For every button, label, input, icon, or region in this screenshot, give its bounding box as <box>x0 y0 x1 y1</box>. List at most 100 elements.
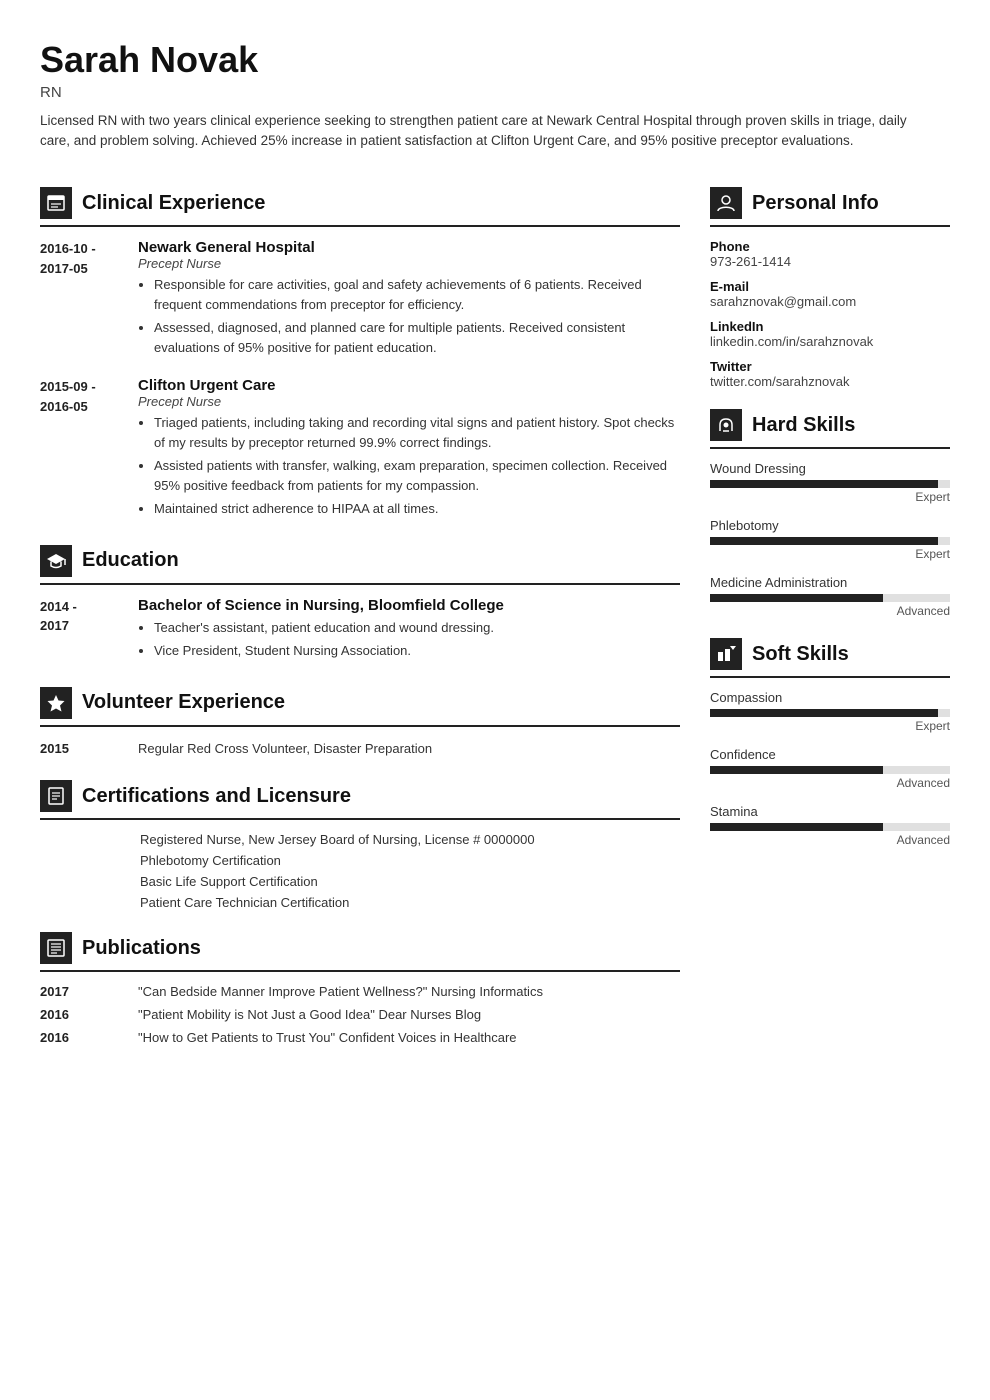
clinical-entry-1-company: Newark General Hospital <box>138 239 680 256</box>
education-entry-1: 2014 -2017 Bachelor of Science in Nursin… <box>40 597 680 665</box>
certifications-icon <box>40 780 72 812</box>
clinical-entry-2-company: Clifton Urgent Care <box>138 377 680 394</box>
header-section: Sarah Novak RN Licensed RN with two year… <box>40 40 950 151</box>
hard-skill-1-fill <box>710 480 938 488</box>
pub-text-2: "Patient Mobility is Not Just a Good Ide… <box>138 1007 680 1022</box>
pub-year-2: 2016 <box>40 1007 120 1022</box>
education-entry-1-bullets: Teacher's assistant, patient education a… <box>138 618 680 661</box>
candidate-summary: Licensed RN with two years clinical expe… <box>40 111 940 152</box>
soft-skill-3-bar <box>710 823 950 831</box>
personal-info-phone: Phone 973-261-1414 <box>710 239 950 269</box>
bullet: Assessed, diagnosed, and planned care fo… <box>154 318 680 357</box>
bullet: Vice President, Student Nursing Associat… <box>154 641 680 661</box>
left-column: Clinical Experience 2016-10 -2017-05 New… <box>40 187 680 1067</box>
publications-icon <box>40 932 72 964</box>
certifications-title: Certifications and Licensure <box>82 785 351 808</box>
right-column: Personal Info Phone 973-261-1414 E-mail … <box>710 187 950 1067</box>
volunteer-entry-1-content: Regular Red Cross Volunteer, Disaster Pr… <box>138 739 680 759</box>
clinical-entry-2: 2015-09 -2016-05 Clifton Urgent Care Pre… <box>40 377 680 523</box>
bullet: Maintained strict adherence to HIPAA at … <box>154 499 680 519</box>
cert-item-4: Patient Care Technician Certification <box>40 895 680 910</box>
resume-page: Sarah Novak RN Licensed RN with two year… <box>0 0 990 1400</box>
personal-info-title: Personal Info <box>752 192 879 215</box>
pub-entry-3: 2016 "How to Get Patients to Trust You" … <box>40 1030 680 1045</box>
certifications-header: Certifications and Licensure <box>40 780 680 820</box>
education-title: Education <box>82 549 179 572</box>
education-icon <box>40 545 72 577</box>
volunteer-entry-1-text: Regular Red Cross Volunteer, Disaster Pr… <box>138 739 680 759</box>
hard-skills-header: Hard Skills <box>710 409 950 449</box>
pub-text-1: "Can Bedside Manner Improve Patient Well… <box>138 984 680 999</box>
clinical-experience-title: Clinical Experience <box>82 192 265 215</box>
clinical-entry-2-date: 2015-09 -2016-05 <box>40 377 120 523</box>
personal-info-section: Personal Info Phone 973-261-1414 E-mail … <box>710 187 950 389</box>
clinical-entry-2-bullets: Triaged patients, including taking and r… <box>138 413 680 519</box>
candidate-name: Sarah Novak <box>40 40 950 80</box>
volunteer-entry-1: 2015 Regular Red Cross Volunteer, Disast… <box>40 739 680 759</box>
personal-info-twitter: Twitter twitter.com/sarahznovak <box>710 359 950 389</box>
clinical-experience-section: Clinical Experience 2016-10 -2017-05 New… <box>40 187 680 523</box>
personal-info-icon <box>710 187 742 219</box>
soft-skill-2-fill <box>710 766 883 774</box>
bullet: Assisted patients with transfer, walking… <box>154 456 680 495</box>
bullet: Teacher's assistant, patient education a… <box>154 618 680 638</box>
education-entry-1-degree: Bachelor of Science in Nursing, Bloomfie… <box>138 597 680 614</box>
soft-skills-section: Soft Skills Compassion Expert Confidence… <box>710 638 950 847</box>
publications-title: Publications <box>82 937 201 960</box>
main-layout: Clinical Experience 2016-10 -2017-05 New… <box>40 187 950 1067</box>
hard-skill-2: Phlebotomy Expert <box>710 518 950 561</box>
education-entry-1-date: 2014 -2017 <box>40 597 120 665</box>
hard-skill-1-bar <box>710 480 950 488</box>
soft-skills-icon <box>710 638 742 670</box>
cert-item-1: Registered Nurse, New Jersey Board of Nu… <box>40 832 680 847</box>
clinical-entry-2-content: Clifton Urgent Care Precept Nurse Triage… <box>138 377 680 523</box>
hard-skill-3: Medicine Administration Advanced <box>710 575 950 618</box>
soft-skills-header: Soft Skills <box>710 638 950 678</box>
hard-skill-3-fill <box>710 594 883 602</box>
personal-info-header: Personal Info <box>710 187 950 227</box>
hard-skills-title: Hard Skills <box>752 414 855 437</box>
education-section: Education 2014 -2017 Bachelor of Science… <box>40 545 680 665</box>
clinical-entry-2-role: Precept Nurse <box>138 394 680 409</box>
soft-skill-3-fill <box>710 823 883 831</box>
hard-skills-icon <box>710 409 742 441</box>
hard-skill-3-bar <box>710 594 950 602</box>
soft-skill-2: Confidence Advanced <box>710 747 950 790</box>
candidate-title: RN <box>40 84 950 101</box>
personal-info-linkedin: LinkedIn linkedin.com/in/sarahznovak <box>710 319 950 349</box>
soft-skill-1-fill <box>710 709 938 717</box>
cert-item-2: Phlebotomy Certification <box>40 853 680 868</box>
soft-skill-1: Compassion Expert <box>710 690 950 733</box>
soft-skill-2-bar <box>710 766 950 774</box>
soft-skills-title: Soft Skills <box>752 643 849 666</box>
hard-skills-section: Hard Skills Wound Dressing Expert Phlebo… <box>710 409 950 618</box>
pub-year-3: 2016 <box>40 1030 120 1045</box>
clinical-entry-1-bullets: Responsible for care activities, goal an… <box>138 275 680 357</box>
education-entry-1-content: Bachelor of Science in Nursing, Bloomfie… <box>138 597 680 665</box>
certifications-section: Certifications and Licensure Registered … <box>40 780 680 910</box>
hard-skill-2-fill <box>710 537 938 545</box>
clinical-entry-1: 2016-10 -2017-05 Newark General Hospital… <box>40 239 680 361</box>
clinical-entry-1-role: Precept Nurse <box>138 256 680 271</box>
publications-section: Publications 2017 "Can Bedside Manner Im… <box>40 932 680 1045</box>
volunteer-section: Volunteer Experience 2015 Regular Red Cr… <box>40 687 680 759</box>
clinical-entry-1-date: 2016-10 -2017-05 <box>40 239 120 361</box>
clinical-icon <box>40 187 72 219</box>
hard-skill-2-bar <box>710 537 950 545</box>
soft-skill-1-bar <box>710 709 950 717</box>
volunteer-icon <box>40 687 72 719</box>
bullet: Triaged patients, including taking and r… <box>154 413 680 452</box>
bullet: Responsible for care activities, goal an… <box>154 275 680 314</box>
volunteer-header: Volunteer Experience <box>40 687 680 727</box>
personal-info-email: E-mail sarahznovak@gmail.com <box>710 279 950 309</box>
clinical-experience-header: Clinical Experience <box>40 187 680 227</box>
pub-year-1: 2017 <box>40 984 120 999</box>
publications-header: Publications <box>40 932 680 972</box>
education-header: Education <box>40 545 680 585</box>
pub-entry-2: 2016 "Patient Mobility is Not Just a Goo… <box>40 1007 680 1022</box>
volunteer-entry-1-date: 2015 <box>40 739 120 759</box>
cert-item-3: Basic Life Support Certification <box>40 874 680 889</box>
pub-text-3: "How to Get Patients to Trust You" Confi… <box>138 1030 680 1045</box>
volunteer-title: Volunteer Experience <box>82 691 285 714</box>
hard-skill-1: Wound Dressing Expert <box>710 461 950 504</box>
